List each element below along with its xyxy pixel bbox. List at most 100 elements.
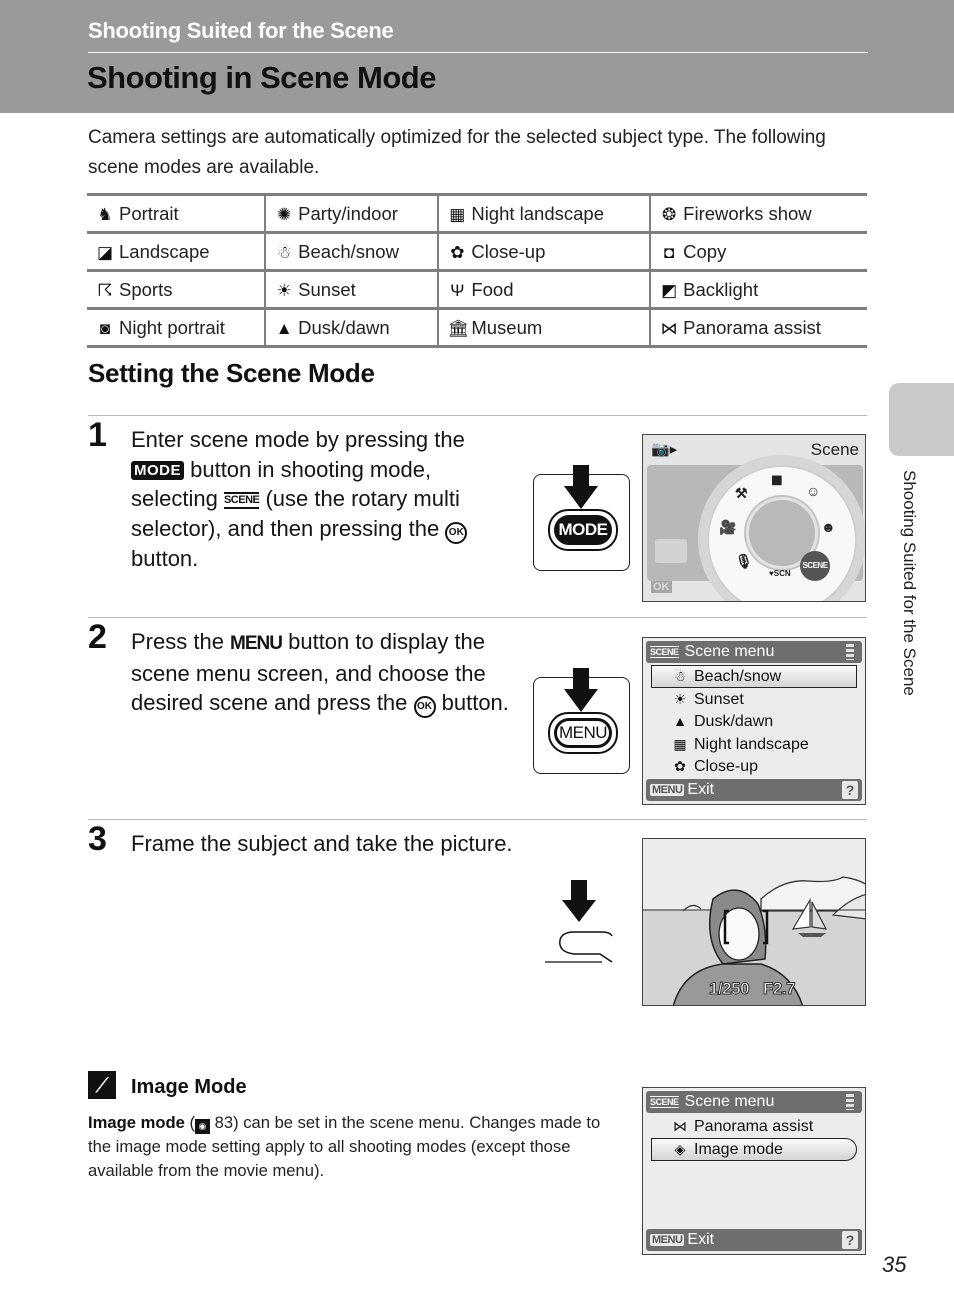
menu-item-icon: ◈ xyxy=(674,1140,686,1157)
exposure-readout: 1/250 F2.7 xyxy=(708,979,809,999)
scene-auto-icon: ♥SCN xyxy=(769,569,791,578)
shutter-speed: 1/250 xyxy=(708,979,750,999)
menu-item[interactable]: ⋈ Panorama assist xyxy=(669,1115,813,1137)
menu-title-bar: SCENE Scene menu xyxy=(646,1091,862,1113)
table-row: ◪ Landscape ☃ Beach/snow ✿ Close-up ◘ Copy xyxy=(87,231,867,272)
mode-button-glyph: MODE xyxy=(131,460,184,480)
menu-item-label: Panorama assist xyxy=(694,1118,814,1135)
menu-item-icon: ☀ xyxy=(673,690,687,707)
menu-item[interactable]: ▦ Night landscape xyxy=(669,733,809,755)
scrollbar[interactable] xyxy=(846,1094,854,1110)
page-number: 35 xyxy=(882,1252,907,1277)
menu-item-label: Beach/snow xyxy=(694,668,782,685)
step-number: 1 xyxy=(88,416,107,454)
fireworks-icon: ❂ xyxy=(662,204,677,224)
movie-icon: 🎥 xyxy=(719,519,737,535)
scene-mode-cell: ▦ Night landscape xyxy=(437,193,652,234)
menu-item[interactable]: ☀ Sunset xyxy=(669,688,744,710)
table-row: ♞ Portrait ✺ Party/indoor ▦ Night landscape ❂ F… xyxy=(87,193,867,234)
scene-mode-label: Copy xyxy=(683,240,727,262)
scene-mode-cell: ◪ Landscape xyxy=(87,231,267,272)
menu-item[interactable]: ▲ Dusk/dawn xyxy=(669,710,773,732)
menu-item-icon: ☃ xyxy=(673,668,687,684)
intro-paragraph: Camera settings are automatically optimi… xyxy=(88,127,826,178)
scene-mode-label: Fireworks show xyxy=(683,202,812,224)
scene-mode-label: Party/indoor xyxy=(298,202,398,224)
menu-item[interactable]: ☃ Beach/snow xyxy=(669,665,781,687)
menu-button-tag: MENU xyxy=(650,1234,685,1246)
backlight-icon: ◩ xyxy=(661,280,678,300)
menu-item-label: Image mode xyxy=(694,1140,783,1158)
scene-mode-label: Night portrait xyxy=(119,316,225,338)
dusk-dawn-icon: ▲ xyxy=(275,318,293,338)
page-reference-link[interactable]: 83 xyxy=(215,1113,233,1132)
menu-button-glyph: MENU xyxy=(230,633,283,654)
scrollbar[interactable] xyxy=(846,644,854,660)
step-number: 3 xyxy=(88,820,107,858)
scene-mode-label: Panorama assist xyxy=(683,316,821,338)
scene-mode-label: Landscape xyxy=(119,240,210,262)
scene-mode-cell: ◩ Backlight xyxy=(649,269,867,310)
setting-heading: Setting the Scene Mode xyxy=(88,358,375,388)
menu-item-icon: ▲ xyxy=(673,713,687,730)
smile-icon: ☺ xyxy=(806,483,821,499)
menu-button-tag: MENU xyxy=(650,784,685,796)
screen-mode-label: Scene xyxy=(810,440,859,459)
chapter-tab-label: Shooting Suited for the Scene xyxy=(900,470,919,696)
camera-ghost-icon xyxy=(655,539,687,563)
step-3-text: Frame the subject and take the picture. xyxy=(131,831,513,856)
step-number: 2 xyxy=(88,618,107,656)
help-icon[interactable]: ? xyxy=(842,1231,858,1249)
step-divider xyxy=(88,415,867,416)
down-arrow-icon xyxy=(573,465,589,487)
party-indoor-icon: ✺ xyxy=(277,204,292,224)
chapter-header: Shooting Suited for the Scene Shooting i… xyxy=(0,0,954,113)
ok-button-icon: OK xyxy=(445,521,468,544)
scene-mode-cell: Ψ Food xyxy=(437,269,652,310)
image-mode-menu-screen: SCENE Scene menu ⋈ Panorama assist ◈ Image … xyxy=(642,1087,866,1255)
sunset-icon: ☀ xyxy=(276,280,292,300)
scene-mode-label: Close-up xyxy=(471,240,546,262)
menu-item[interactable]: ✿ Close-up xyxy=(669,755,758,777)
food-icon: Ψ xyxy=(450,280,465,300)
exit-label[interactable]: Exit xyxy=(687,781,714,799)
step-divider xyxy=(88,617,867,618)
menu-item-icon: ⋈ xyxy=(673,1118,687,1134)
menu-button-illustration: MENU xyxy=(533,668,630,774)
menu-title-bar: SCENE Scene menu xyxy=(646,641,862,663)
mode-button-label: MODE xyxy=(554,515,612,545)
help-icon[interactable]: ? xyxy=(842,781,858,799)
scene-mode-cell: ⋈ Panorama assist xyxy=(649,307,867,348)
landscape-icon: ◪ xyxy=(96,242,114,262)
menu-button-label: MENU xyxy=(554,718,612,748)
close-up-icon: ✿ xyxy=(450,242,465,262)
step-2-text: Press the MENU button to display the sce… xyxy=(131,627,521,718)
scene-mode-label: Night landscape xyxy=(471,202,604,224)
scene-mode-cell: ☃ Beach/snow xyxy=(264,231,440,272)
page-reference-icon: ◉ xyxy=(194,1119,210,1134)
scene-mode-cell: ◙ Night portrait xyxy=(87,307,267,348)
scene-mode-label: Museum xyxy=(471,316,543,338)
chapter-tab[interactable] xyxy=(889,383,954,456)
note-title: Image Mode xyxy=(131,1076,247,1098)
menu-item-label: Close-up xyxy=(694,758,759,776)
exit-label[interactable]: Exit xyxy=(687,1231,714,1249)
menu-item-icon: ▦ xyxy=(673,735,687,752)
menu-footer-bar: MENU Exit ? xyxy=(646,779,862,801)
table-row: ◙ Night portrait ▲ Dusk/dawn 🏛 Museum ⋈ Panoram… xyxy=(87,307,867,348)
note-body: Image mode (◉ 83) can be set in the scen… xyxy=(88,1113,601,1180)
section-title: Shooting Suited for the Scene xyxy=(88,18,394,43)
scene-mode-label: Portrait xyxy=(119,202,179,224)
aperture: F2.7 xyxy=(763,979,797,999)
scene-mode-cell: ❂ Fireworks show xyxy=(649,193,867,234)
scene-mode-cell: ♞ Portrait xyxy=(87,193,267,234)
down-arrow-icon xyxy=(573,668,589,690)
night-landscape-icon: ▦ xyxy=(449,204,466,224)
menu-item[interactable]: ◈ Image mode xyxy=(669,1138,783,1160)
scene-mode-cell: ◘ Copy xyxy=(649,231,867,272)
menu-item-label: Night landscape xyxy=(694,735,809,753)
ok-button-icon: OK xyxy=(413,696,436,718)
mode-selection-screen: 📷▸ Scene OK ⚒ ◼ ☺ ☻ SCENE ♥SCN 🎙 🎥 xyxy=(642,434,866,602)
page-title: Shooting in Scene Mode xyxy=(87,60,436,95)
scene-icon: SCENE xyxy=(650,1096,679,1108)
